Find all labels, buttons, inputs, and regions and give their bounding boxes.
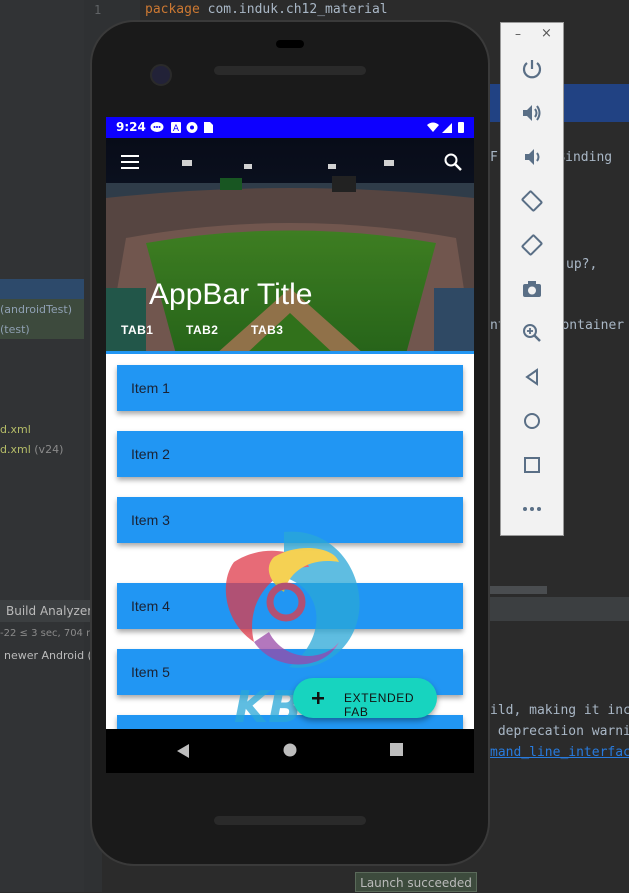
fab-label: EXTENDED FAB — [344, 691, 415, 719]
appbar-title: AppBar Title — [149, 278, 313, 311]
zoom-button[interactable] — [501, 311, 563, 355]
list-item-label: Item 3 — [131, 512, 170, 528]
rotate-left-button[interactable] — [501, 179, 563, 223]
chat-icon — [150, 122, 164, 132]
plus-icon — [312, 692, 324, 704]
signal-icon — [442, 123, 452, 133]
extended-fab[interactable]: EXTENDED FAB — [293, 678, 437, 719]
list-item-label: Item 5 — [131, 664, 170, 680]
earpiece-speaker — [214, 66, 366, 75]
list-item-label: Item 1 — [131, 380, 170, 396]
power-button[interactable] — [501, 47, 563, 91]
list-item-label: Item 4 — [131, 598, 170, 614]
wifi-icon — [427, 122, 439, 132]
tree-item-androidtest[interactable]: (androidTest) — [0, 303, 72, 316]
minimize-icon[interactable]: – — [515, 27, 521, 41]
status-time: 9:24 — [116, 120, 146, 134]
build-output-header — [490, 597, 629, 621]
tree-item-xml-name: d.xml — [0, 443, 31, 456]
home-button[interactable] — [501, 399, 563, 443]
list-item[interactable]: Item 1 — [117, 365, 463, 411]
status-bar: 9:24 A — [106, 117, 474, 138]
build-analyzer-tab[interactable]: Build Analyzer — [6, 604, 92, 618]
tab-1[interactable]: TAB1 — [121, 323, 153, 337]
volume-up-button[interactable] — [501, 91, 563, 135]
screenshot-button[interactable] — [501, 267, 563, 311]
code-line: package com.induk.ch12_material — [145, 2, 388, 17]
stadium-background-image — [106, 138, 474, 354]
search-icon[interactable] — [444, 153, 462, 171]
app-icon — [186, 122, 198, 133]
console-line-1: ild, making it inc — [490, 703, 629, 718]
nav-home-icon[interactable] — [283, 743, 297, 757]
device-screen: 9:24 A AppBar Title TAB1 TAB2 TAB3 Item … — [106, 117, 474, 729]
code-fragment-c: up?, — [566, 257, 598, 272]
menu-icon[interactable] — [121, 154, 141, 170]
code-fragment-d2: container — [553, 318, 625, 333]
tree-item-xml-v24[interactable]: d.xml (v24) — [0, 443, 63, 456]
tab-3[interactable]: TAB3 — [251, 323, 283, 337]
overview-icon — [524, 457, 540, 473]
tree-item-test[interactable]: (test) — [0, 323, 30, 336]
notification-icons: A — [150, 122, 213, 134]
overview-button[interactable] — [501, 443, 563, 487]
sd-card-icon — [204, 122, 213, 133]
line-number: 1 — [94, 3, 102, 17]
close-icon[interactable]: × — [541, 26, 552, 41]
system-status-icons — [427, 122, 464, 133]
console-link[interactable]: mand_line_interfac — [490, 745, 629, 760]
system-navigation-bar — [106, 729, 474, 773]
power-icon — [522, 60, 542, 79]
bottom-speaker — [214, 816, 366, 825]
launch-status-toast: Launch succeeded — [355, 872, 477, 892]
console-line-2: deprecation warni — [490, 724, 629, 739]
tab-indicator — [106, 351, 474, 354]
volume-up-icon — [523, 105, 541, 121]
rotate-right-button[interactable] — [501, 223, 563, 267]
rotate-left-icon — [521, 190, 543, 212]
list-item[interactable]: Item 2 — [117, 431, 463, 477]
front-camera-icon — [150, 64, 172, 86]
back-button[interactable] — [501, 355, 563, 399]
editor-scrollbar[interactable] — [490, 586, 547, 594]
volume-down-button[interactable] — [501, 135, 563, 179]
tree-item-xml[interactable]: d.xml — [0, 423, 31, 436]
build-time: -22 ≤ 3 sec, 704 m — [0, 628, 96, 639]
svg-text:A: A — [173, 124, 180, 134]
ide-tree-selection — [0, 279, 84, 299]
rotate-right-icon — [521, 234, 543, 256]
volume-down-icon — [525, 149, 540, 165]
more-icon — [523, 507, 541, 511]
a-icon: A — [171, 122, 181, 134]
nav-back-icon[interactable] — [176, 743, 190, 759]
tree-item-qualifier: (v24) — [34, 443, 64, 456]
code-package: com.induk.ch12_material — [199, 2, 388, 17]
battery-icon — [458, 122, 464, 133]
zoom-icon — [523, 324, 541, 342]
phone-sensor — [276, 40, 304, 48]
tab-2[interactable]: TAB2 — [186, 323, 218, 337]
nav-overview-icon[interactable] — [390, 743, 403, 756]
watermark-text: KB — [234, 682, 302, 727]
more-button[interactable] — [501, 487, 563, 531]
collapsing-app-bar: AppBar Title TAB1 TAB2 TAB3 — [106, 138, 474, 354]
list-item-label: Item 2 — [131, 446, 170, 462]
back-icon — [525, 368, 538, 386]
build-message: newer Android ( — [4, 649, 92, 662]
home-icon — [524, 413, 540, 429]
emulator-toolbar: – × — [500, 22, 564, 536]
code-keyword: package — [145, 2, 200, 17]
camera-icon — [523, 281, 541, 297]
